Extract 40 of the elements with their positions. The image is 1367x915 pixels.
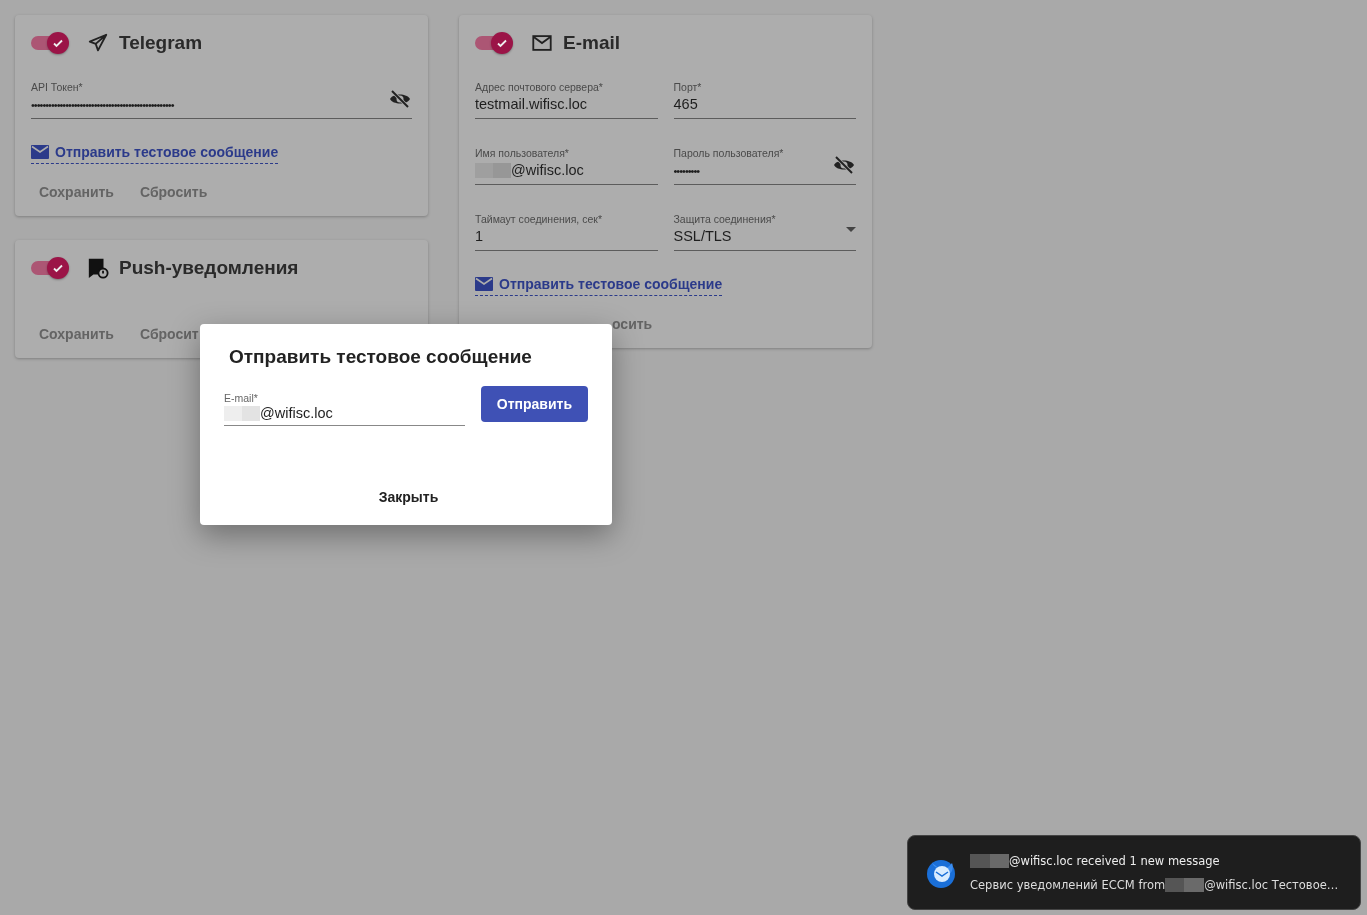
input-field[interactable]: Защита соединения* SSL/TLS bbox=[673, 211, 856, 251]
field-value: ••••••••• bbox=[673, 165, 700, 177]
field-value: 465 bbox=[673, 96, 698, 112]
notification-body: Сервис уведомлений ECCM from @wifisc.loc Тестовое… bbox=[970, 877, 1339, 892]
input-field[interactable]: API Токен* •••••••••••••••••••••••••••••••••••••••••••••••••• bbox=[31, 79, 412, 119]
input-field[interactable]: Таймаут соединения, сек* 1 bbox=[475, 211, 658, 251]
input-field[interactable]: Адрес почтового сервера* testmail.wifisc.loc bbox=[475, 79, 658, 119]
check-icon bbox=[52, 262, 64, 274]
notification-chat-icon bbox=[87, 257, 109, 279]
paper-plane-icon bbox=[87, 32, 109, 54]
toggle-switch[interactable] bbox=[31, 31, 69, 55]
envelope-icon bbox=[31, 145, 49, 159]
envelope-icon bbox=[531, 32, 553, 54]
dropdown-caret-icon[interactable] bbox=[846, 227, 856, 232]
envelope-icon bbox=[475, 277, 493, 291]
field-value: testmail.wifisc.loc bbox=[475, 96, 587, 112]
send-test-link[interactable]: Отправить тестовое сообщение bbox=[31, 144, 279, 164]
dialog-title: Отправить тестовое сообщение bbox=[229, 346, 533, 368]
check-icon bbox=[496, 37, 508, 49]
input-field[interactable]: Имя пользователя* @wifisc.loc bbox=[475, 145, 658, 185]
eye-off-icon[interactable] bbox=[388, 87, 412, 111]
card-title: Telegram bbox=[119, 32, 203, 54]
field-value: 1 bbox=[475, 228, 484, 244]
send-button[interactable]: Отправить bbox=[480, 386, 588, 422]
toggle-switch[interactable] bbox=[475, 31, 513, 55]
field-value: @wifisc.loc bbox=[475, 162, 584, 178]
input-field[interactable]: Пароль пользователя* ••••••••• bbox=[673, 145, 856, 185]
field-value: SSL/TLS bbox=[673, 228, 732, 244]
card-title: Push-уведомления bbox=[119, 257, 299, 279]
email-field[interactable]: E-mail* @wifisc.loc bbox=[224, 390, 465, 426]
input-field[interactable]: Порт* 465 bbox=[673, 79, 856, 119]
field-value: •••••••••••••••••••••••••••••••••••••••••••••••••• bbox=[31, 99, 174, 111]
notification-title: @wifisc.loc received 1 new message bbox=[970, 853, 1339, 868]
eye-off-icon[interactable] bbox=[832, 153, 856, 177]
check-icon bbox=[52, 37, 64, 49]
toggle-switch[interactable] bbox=[31, 256, 69, 280]
notification[interactable]: @wifisc.loc received 1 new message Сервис уведомлений ECCM from @wifisc.loc Тестовое… bbox=[907, 835, 1361, 910]
close-button[interactable]: Закрыть bbox=[370, 485, 447, 509]
card-title: E-mail bbox=[563, 32, 621, 54]
send-test-link[interactable]: Отправить тестовое сообщение bbox=[475, 276, 723, 296]
